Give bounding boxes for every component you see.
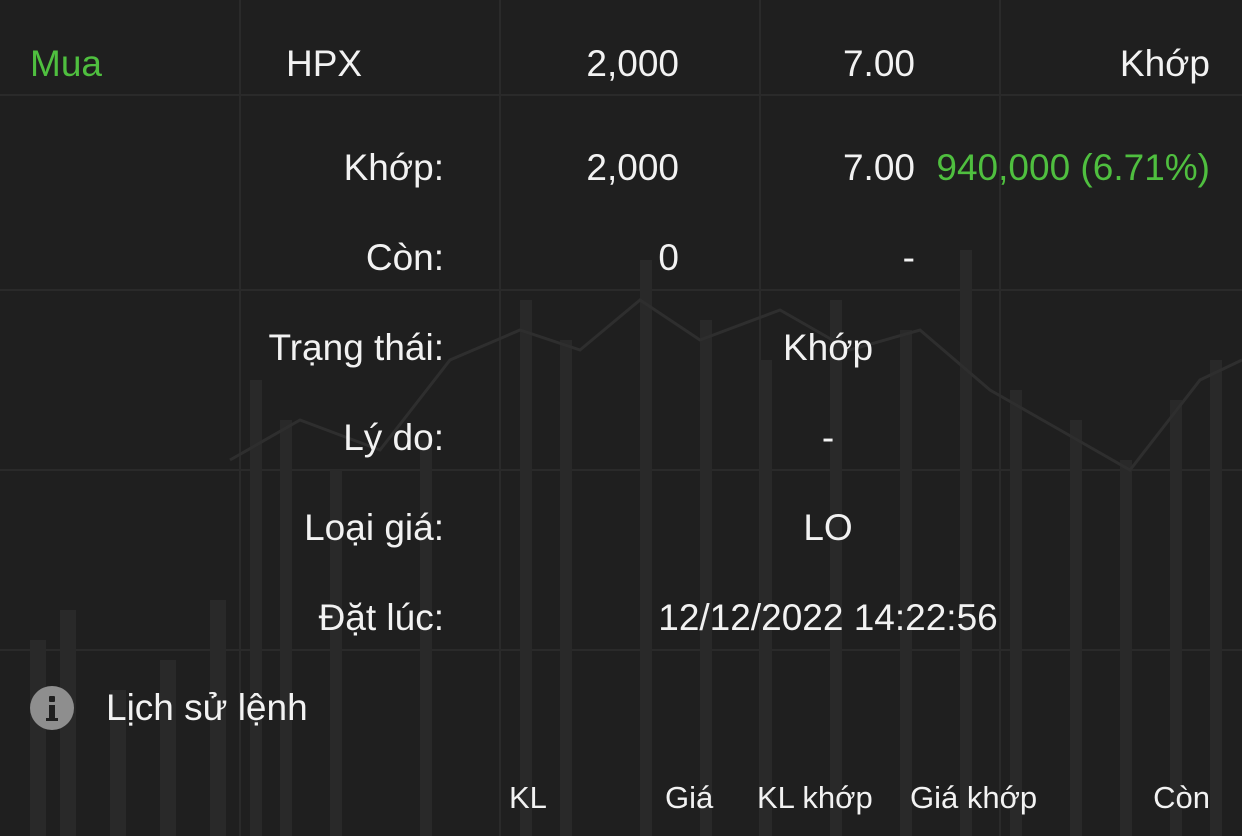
order-side: Mua (30, 43, 102, 84)
state-value: Khớp (782, 327, 874, 368)
placed-at-label: Đặt lúc: (318, 597, 444, 638)
history-col-kl-khop: KL khớp (757, 780, 873, 815)
history-col-gia: Giá (665, 780, 714, 815)
remaining-label: Còn: (365, 237, 444, 278)
placed-at-value: 12/12/2022 14:22:56 (658, 597, 998, 638)
remaining-quantity: 0 (658, 237, 679, 278)
order-price: 7.00 (842, 43, 915, 84)
order-quantity: 2,000 (586, 43, 679, 84)
reason-label: Lý do: (343, 417, 444, 458)
price-type-label: Loại giá: (304, 507, 444, 548)
matched-price: 7.00 (842, 147, 915, 188)
remaining-price: - (902, 237, 915, 278)
order-symbol: HPX (286, 43, 363, 84)
matched-label: Khớp: (343, 147, 444, 188)
state-label: Trạng thái: (268, 327, 445, 368)
info-icon (30, 686, 74, 730)
order-detail-panel: Mua HPX 2,000 7.00 Khớp Khớp: 2,000 7.00… (0, 0, 1242, 836)
order-status: Khớp (1119, 43, 1210, 84)
matched-quantity: 2,000 (586, 147, 679, 188)
price-type-value: LO (803, 507, 853, 548)
history-col-kl: KL (509, 780, 547, 815)
history-col-gia-khop: Giá khớp (910, 780, 1038, 815)
order-history-title: Lịch sử lệnh (106, 687, 308, 728)
reason-value: - (821, 417, 835, 458)
matched-value: 940,000 (6.71%) (936, 147, 1210, 188)
history-col-con: Còn (1153, 780, 1210, 815)
